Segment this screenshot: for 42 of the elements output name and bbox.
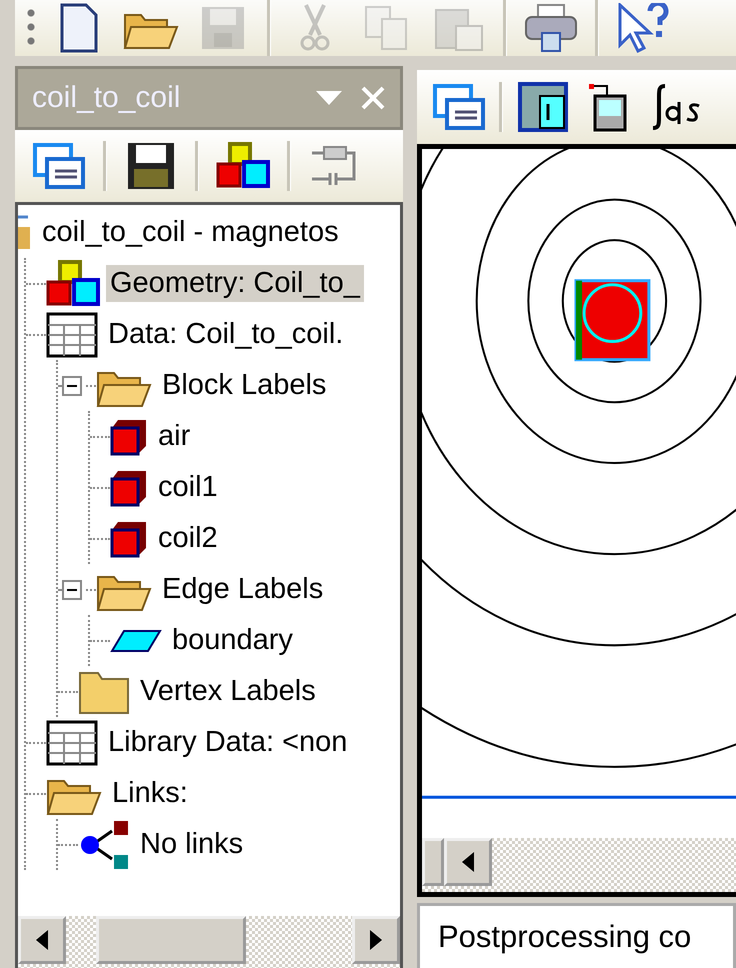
table-icon [518,82,568,132]
printer-icon [524,3,578,53]
scroll-left-button[interactable] [18,916,66,964]
left-arrow-icon [36,930,48,950]
panel-title: coil_to_coil [32,81,182,115]
tree-item[interactable]: air [154,418,194,455]
window-list-icon [33,143,85,189]
tree-item[interactable]: Vertex Labels [136,673,320,710]
parallelogram-icon [110,628,162,652]
scissors-icon [300,3,330,53]
collapse-toggle[interactable] [62,580,82,600]
tree-item[interactable]: Library Data: <non [104,724,352,761]
table-button[interactable] [517,79,569,135]
cube-icon [110,418,148,456]
tree-item[interactable]: Data: Coil_to_coil. [104,316,348,353]
tree-item[interactable]: Block Labels [158,367,330,404]
link-node-icon [78,818,130,870]
tree-item[interactable]: coil_to_coil - magnetos [38,214,343,251]
blocks-icon [46,260,100,308]
left-arrow-icon [462,852,474,872]
scroll-thumb[interactable] [96,916,246,964]
cube-icon [110,468,148,506]
new-document-icon [60,3,98,53]
tree-item[interactable]: coil2 [154,520,222,557]
tree-item[interactable]: coil1 [154,469,222,506]
cube-icon [110,520,148,558]
probe-icon [589,82,629,132]
status-text: Postprocessing co [438,918,692,955]
scroll-right-button[interactable] [352,916,400,964]
tree-item[interactable]: boundary [168,622,297,659]
tree-item[interactable]: No links [136,826,248,863]
tree-item[interactable]: Links: [108,775,192,812]
blocks-icon [216,142,270,190]
window-list-icon [433,84,485,130]
collapse-toggle[interactable] [62,376,82,396]
scroll-left-button[interactable] [444,838,492,886]
tree-item[interactable]: Geometry: Coil_to_ [106,265,364,302]
copy-icon [364,5,410,51]
scroll-thumb[interactable] [422,838,444,886]
help-pointer-icon [616,3,670,53]
right-arrow-icon [370,930,382,950]
tree-item[interactable]: Edge Labels [158,571,328,608]
